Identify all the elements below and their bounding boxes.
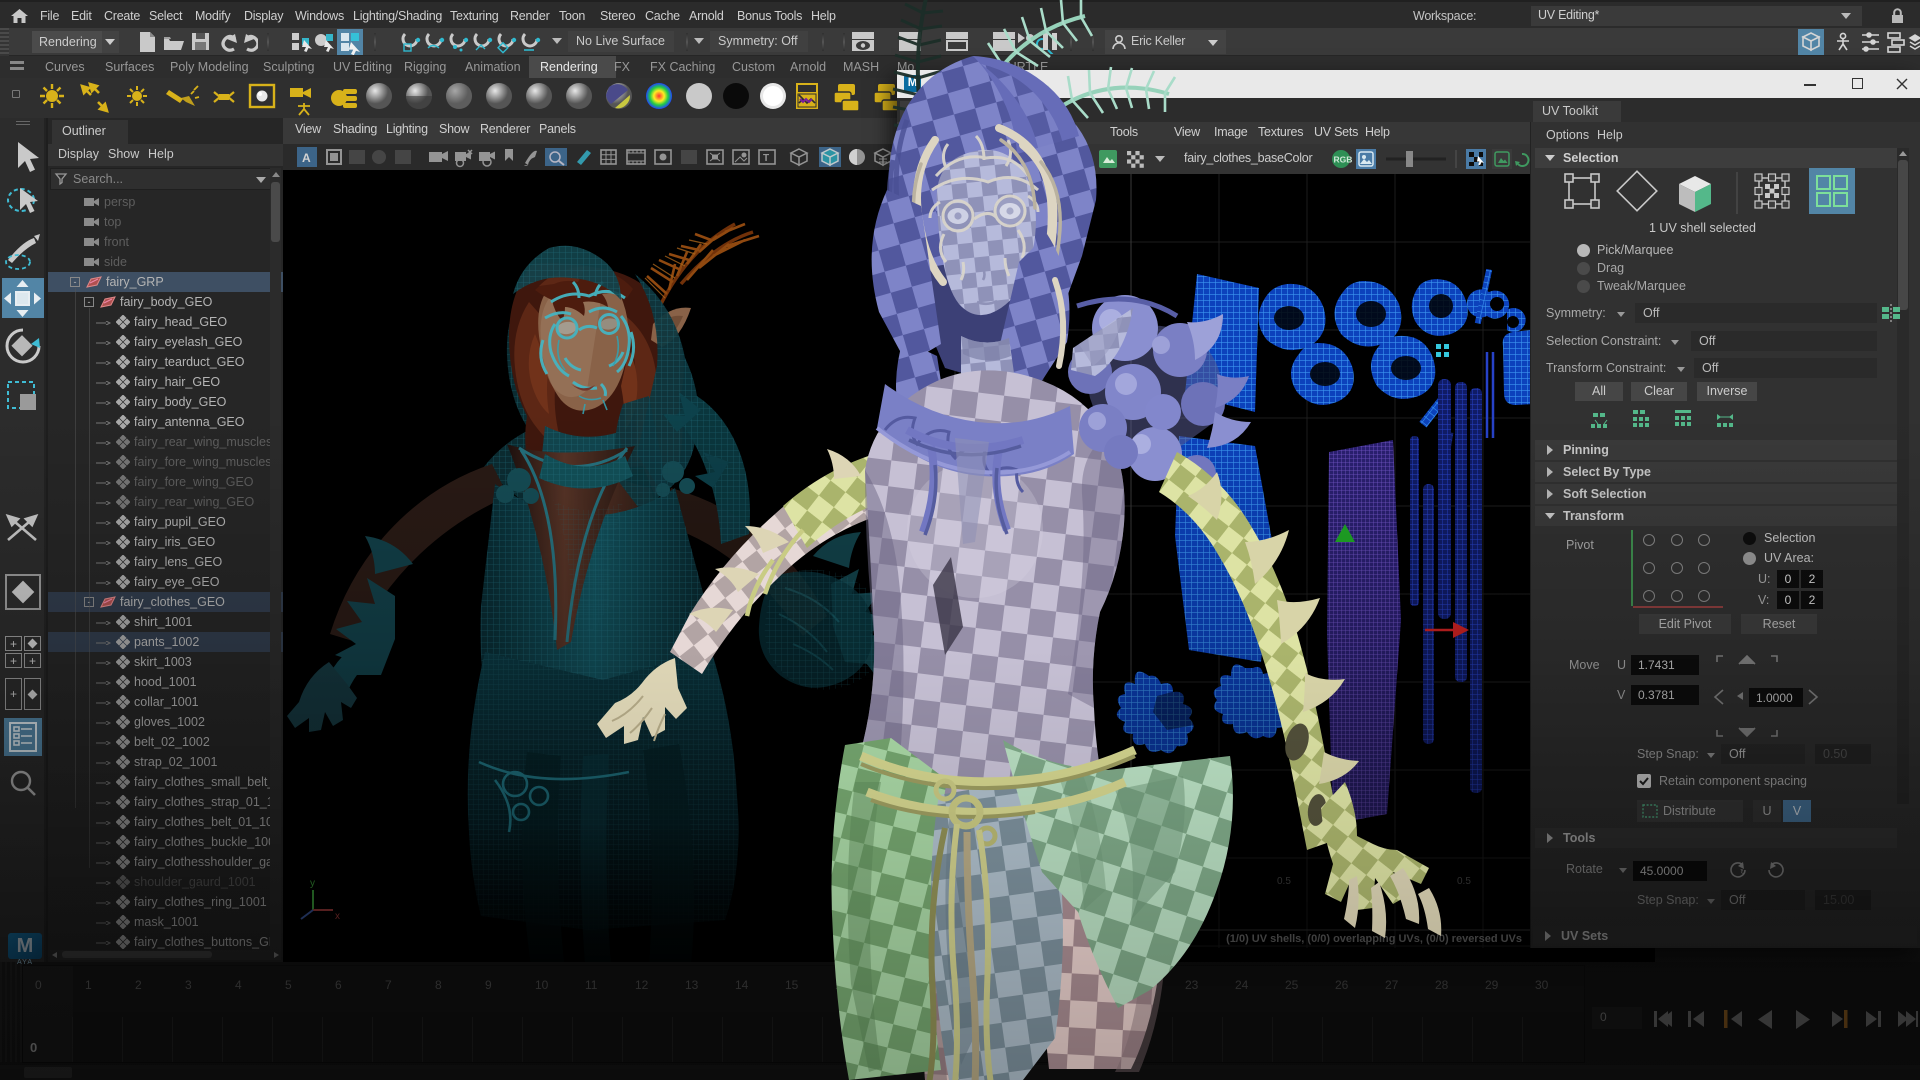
svg-text:1.0000: 1.0000 xyxy=(1756,691,1793,705)
svg-text:↻: ↻ xyxy=(1740,869,1746,876)
svg-text:x: x xyxy=(335,911,340,922)
svg-text:y: y xyxy=(310,878,315,889)
